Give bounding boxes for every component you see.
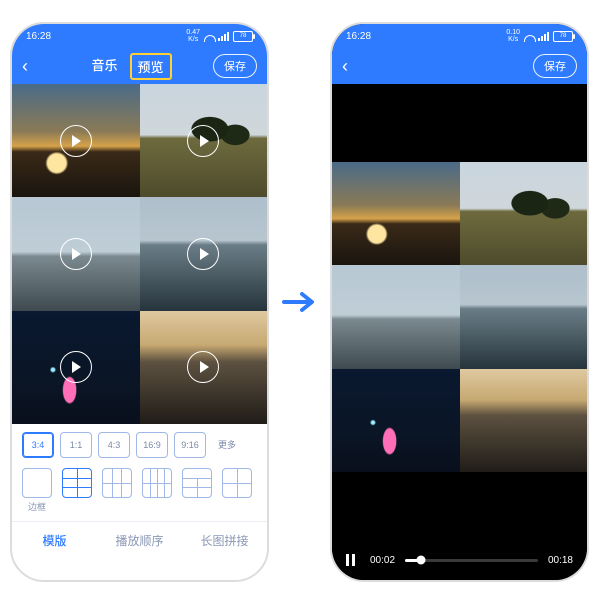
status-net: 0.47K/s xyxy=(186,29,200,43)
layout-option[interactable] xyxy=(222,468,252,498)
status-bar: 16:28 0.47K/s 78 xyxy=(12,24,267,48)
time-current: 00:02 xyxy=(370,555,395,566)
ratio-more[interactable]: 更多 xyxy=(212,432,242,456)
time-total: 00:18 xyxy=(548,555,573,566)
title-bar: ‹ 保存 xyxy=(332,48,587,84)
phone-preview: 16:28 0.10K/s 78 ‹ 保存 xyxy=(330,22,589,582)
tab-template[interactable]: 模版 xyxy=(12,522,97,559)
layout-option[interactable] xyxy=(182,468,212,498)
status-time: 16:28 xyxy=(26,31,51,42)
video-letterbox-top xyxy=(332,84,587,122)
layout-option[interactable] xyxy=(62,468,92,498)
layout-option[interactable] xyxy=(142,468,172,498)
preview-cell xyxy=(332,162,460,265)
back-button[interactable]: ‹ xyxy=(342,56,364,77)
ratio-option[interactable]: 9:16 xyxy=(174,432,206,458)
phone-editor: 16:28 0.47K/s 78 ‹ 音乐 预览 保存 xyxy=(10,22,269,582)
play-icon[interactable] xyxy=(187,351,219,383)
title-bar: ‹ 音乐 预览 保存 xyxy=(12,48,267,84)
layout-border[interactable] xyxy=(22,468,52,498)
tab-preview[interactable]: 预览 xyxy=(130,53,172,80)
preview-cell xyxy=(460,265,588,368)
save-button[interactable]: 保存 xyxy=(533,54,577,78)
preview-cell xyxy=(460,369,588,472)
battery-icon: 78 xyxy=(553,31,573,42)
grid-cell[interactable] xyxy=(12,197,140,310)
ratio-option[interactable]: 1:1 xyxy=(60,432,92,458)
wifi-icon xyxy=(524,31,534,41)
signal-icon xyxy=(538,32,549,41)
tab-longimg[interactable]: 长图拼接 xyxy=(182,522,267,559)
preview-cell xyxy=(460,162,588,265)
preview-cell xyxy=(332,369,460,472)
signal-icon xyxy=(218,32,229,41)
ratio-option[interactable]: 16:9 xyxy=(136,432,168,458)
status-net: 0.10K/s xyxy=(506,29,520,43)
wifi-icon xyxy=(204,31,214,41)
tab-order[interactable]: 播放顺序 xyxy=(97,522,182,559)
play-icon[interactable] xyxy=(187,238,219,270)
play-icon[interactable] xyxy=(187,125,219,157)
ratio-option[interactable]: 4:3 xyxy=(98,432,130,458)
ratio-option[interactable]: 3:4 xyxy=(22,432,54,458)
tab-music[interactable]: 音乐 xyxy=(85,53,123,80)
play-icon[interactable] xyxy=(60,351,92,383)
grid-cell[interactable] xyxy=(12,311,140,424)
grid-cell[interactable] xyxy=(140,311,268,424)
arrow-icon xyxy=(282,290,320,314)
grid-cell[interactable] xyxy=(12,84,140,197)
progress-slider[interactable] xyxy=(405,559,538,562)
status-time: 16:28 xyxy=(346,31,371,42)
template-panel: 3:4 1:1 4:3 16:9 9:16 更多 边框 xyxy=(12,424,267,580)
save-button[interactable]: 保存 xyxy=(213,54,257,78)
aspect-ratios: 3:4 1:1 4:3 16:9 9:16 更多 xyxy=(12,432,267,458)
preview-grid xyxy=(332,162,587,472)
grid-cell[interactable] xyxy=(140,197,268,310)
grid-cell[interactable] xyxy=(140,84,268,197)
layout-border-label: 边框 xyxy=(22,500,52,513)
bottom-tabs: 模版 播放顺序 长图拼接 xyxy=(12,521,267,559)
back-button[interactable]: ‹ xyxy=(22,56,44,77)
battery-icon: 78 xyxy=(233,31,253,42)
preview-cell xyxy=(332,265,460,368)
pause-button[interactable] xyxy=(346,554,360,566)
layout-option[interactable] xyxy=(102,468,132,498)
player-bar: 00:02 00:18 xyxy=(332,472,587,580)
status-bar: 16:28 0.10K/s 78 xyxy=(332,24,587,48)
play-icon[interactable] xyxy=(60,125,92,157)
layout-templates: 边框 xyxy=(12,458,267,517)
media-grid xyxy=(12,84,267,424)
play-icon[interactable] xyxy=(60,238,92,270)
